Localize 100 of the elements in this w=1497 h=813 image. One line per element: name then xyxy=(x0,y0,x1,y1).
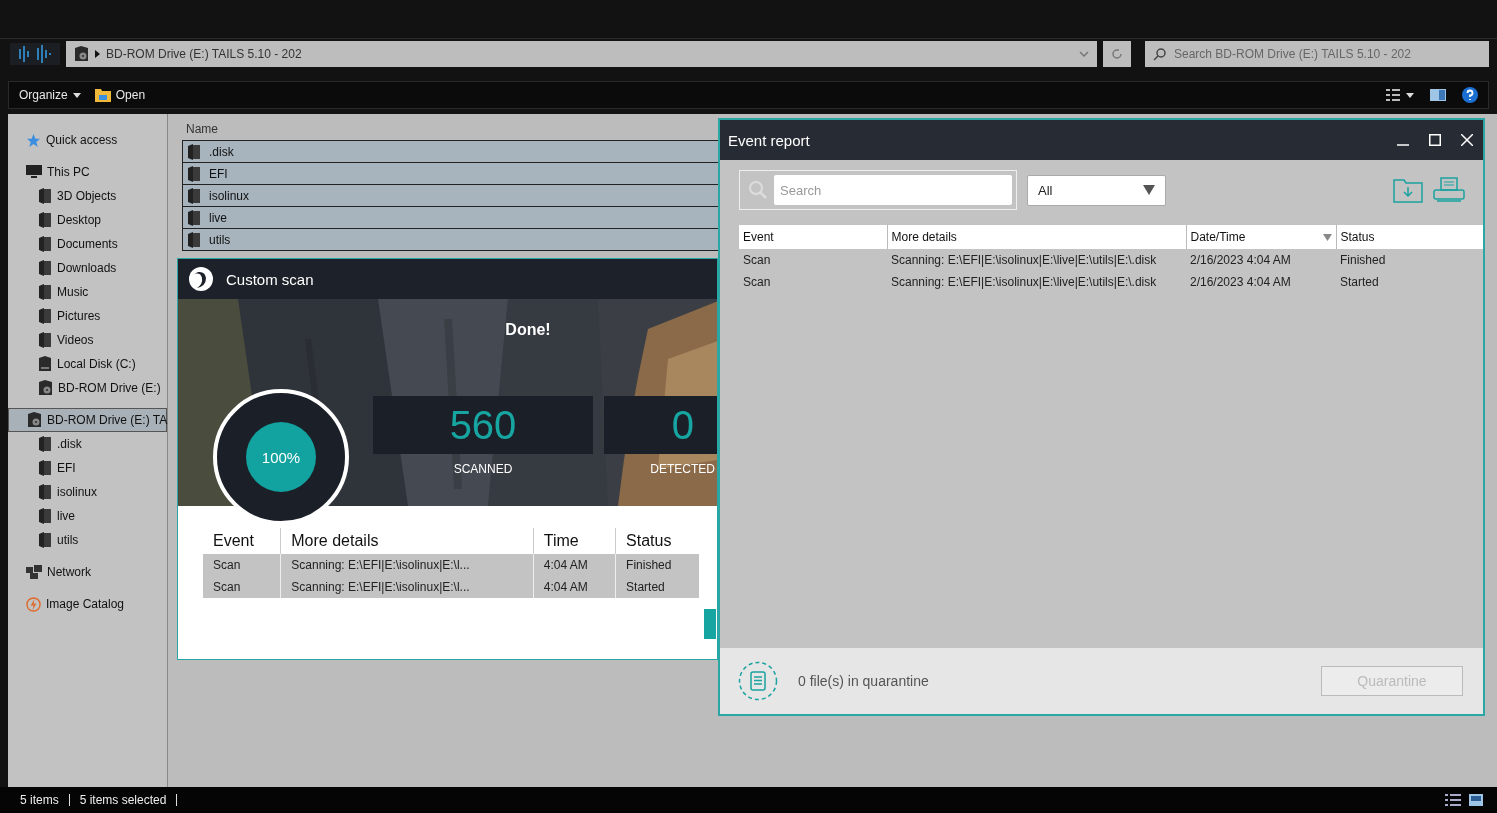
folder-icon xyxy=(187,187,201,204)
close-icon xyxy=(1461,134,1473,146)
folder-icon xyxy=(38,484,52,500)
table-cell: Finished xyxy=(1336,249,1483,271)
sidebar-item[interactable]: Quick access xyxy=(8,128,167,152)
sidebar-item[interactable]: EFI xyxy=(8,456,167,480)
file-row[interactable]: live xyxy=(182,206,720,229)
table-cell-text: Scan xyxy=(742,274,772,291)
table-cell: Started xyxy=(615,576,699,598)
progress-percent: 100% xyxy=(246,422,316,492)
table-cell: Scan xyxy=(739,249,887,271)
folder-icon xyxy=(38,332,52,348)
folder-icon xyxy=(187,231,201,248)
sidebar-item[interactable]: Downloads xyxy=(8,256,167,280)
folder-icon xyxy=(38,188,52,204)
search-icon xyxy=(748,180,768,200)
details-view-icon[interactable] xyxy=(1445,794,1461,806)
star-icon xyxy=(26,132,41,148)
disc-drive-icon xyxy=(38,380,53,396)
quarantine-icon xyxy=(738,661,778,701)
status-headline: Done! xyxy=(504,321,552,339)
table-cell: 2/16/2023 4:04 AM xyxy=(1186,249,1336,271)
audio-wave-icon xyxy=(10,43,60,65)
stat-label: DETECTED xyxy=(650,462,716,476)
logo-icon xyxy=(188,266,214,292)
sidebar-item[interactable]: live xyxy=(8,504,167,528)
chevron-down-icon xyxy=(1079,51,1089,57)
sidebar-item[interactable]: 3D Objects xyxy=(8,184,167,208)
sort-arrow-icon xyxy=(1322,233,1332,241)
table-cell-text: 2/16/2023 4:04 AM xyxy=(1189,274,1292,291)
folder-icon xyxy=(38,260,52,276)
column-header[interactable]: Event xyxy=(739,225,887,249)
sidebar-item[interactable]: utils xyxy=(8,528,167,552)
status-text: 5 items xyxy=(20,793,59,807)
folder-icon xyxy=(38,284,52,300)
sidebar-item[interactable]: .disk xyxy=(8,432,167,456)
folder-icon xyxy=(38,436,52,452)
disc-drive-icon xyxy=(74,46,89,62)
drive-icon xyxy=(38,356,52,372)
disc-drive-icon xyxy=(27,412,42,428)
preview-pane-icon[interactable] xyxy=(1430,89,1446,101)
table-cell-text: Scanning: E:\EFI|E:\isolinux|E:\live|E:\utils|E:\.disk xyxy=(890,274,1158,291)
maximize-icon xyxy=(1429,134,1441,146)
stat-value: 560 xyxy=(373,396,593,454)
sidebar-item[interactable]: This PC xyxy=(8,160,167,184)
folder-icon xyxy=(187,165,201,182)
stat-value: 0 xyxy=(604,396,717,454)
stat-label: SCANNED xyxy=(453,462,513,476)
sidebar-item[interactable]: Documents xyxy=(8,232,167,256)
open-button[interactable]: Open xyxy=(94,88,146,102)
refresh-button[interactable] xyxy=(1103,41,1131,67)
sidebar-item[interactable]: Local Disk (C:) xyxy=(8,352,167,376)
sidebar-item[interactable]: Music xyxy=(8,280,167,304)
organize-menu[interactable]: Organize xyxy=(19,88,81,102)
filter-dropdown[interactable]: All xyxy=(1027,174,1166,206)
file-row[interactable]: EFI xyxy=(182,162,720,185)
column-header[interactable]: Name xyxy=(182,118,706,140)
sidebar-item[interactable]: isolinux xyxy=(8,480,167,504)
folder-icon xyxy=(38,460,52,476)
address-bar[interactable]: BD-ROM Drive (E:) TAILS 5.10 - 202 xyxy=(66,41,1097,67)
help-icon[interactable] xyxy=(1462,87,1478,103)
window-title: Event report xyxy=(728,131,810,149)
view-list-icon[interactable] xyxy=(1386,89,1414,101)
file-row[interactable]: isolinux xyxy=(182,184,720,207)
column-header[interactable]: Status xyxy=(1336,225,1483,249)
folder-icon xyxy=(38,236,52,252)
search-icon xyxy=(1153,47,1166,61)
sidebar-item[interactable]: Image Catalog xyxy=(8,592,167,616)
caret-icon xyxy=(1143,185,1155,195)
chevron-icon xyxy=(95,50,100,58)
tiles-view-icon[interactable] xyxy=(1469,794,1483,806)
sidebar-item[interactable]: Pictures xyxy=(8,304,167,328)
file-row[interactable]: .disk xyxy=(182,140,720,163)
column-header[interactable]: Date/Time xyxy=(1186,225,1336,249)
folder-icon xyxy=(38,212,52,228)
folder-icon xyxy=(94,88,111,102)
table-cell: Scanning: E:\EFI|E:\isolinux|E:\live|E:\utils|E:\.disk xyxy=(887,249,1186,271)
search-field[interactable]: Search xyxy=(774,175,1012,205)
folder-icon xyxy=(187,209,201,226)
table-cell: 4:04 AM xyxy=(533,554,616,576)
refresh-icon xyxy=(1111,48,1123,60)
file-row[interactable]: utils xyxy=(182,228,720,251)
sidebar-item[interactable]: BD-ROM Drive (E:) xyxy=(8,376,167,400)
caret-icon xyxy=(72,92,81,98)
table-cell: Scan xyxy=(203,576,281,598)
sidebar-item[interactable]: Network xyxy=(8,560,167,584)
sidebar-item[interactable]: Desktop xyxy=(8,208,167,232)
table-cell: 4:04 AM xyxy=(533,576,616,598)
table-cell: Scanning: E:\EFI|E:\isolinux|E:\l... xyxy=(280,576,534,598)
table-cell: Scanning: E:\EFI|E:\isolinux|E:\l... xyxy=(280,554,534,576)
monitor-icon xyxy=(26,165,42,179)
quarantine-count: 0 file(s) in quarantine xyxy=(798,673,929,689)
folder-icon xyxy=(187,143,201,160)
status-text: 5 items selected xyxy=(79,793,167,807)
column-header: Event xyxy=(203,528,281,554)
column-header[interactable]: More details xyxy=(887,225,1186,249)
folder-icon xyxy=(38,508,52,524)
folder-icon xyxy=(38,532,52,548)
sidebar-item[interactable]: Videos xyxy=(8,328,167,352)
table-cell: Finished xyxy=(615,554,699,576)
